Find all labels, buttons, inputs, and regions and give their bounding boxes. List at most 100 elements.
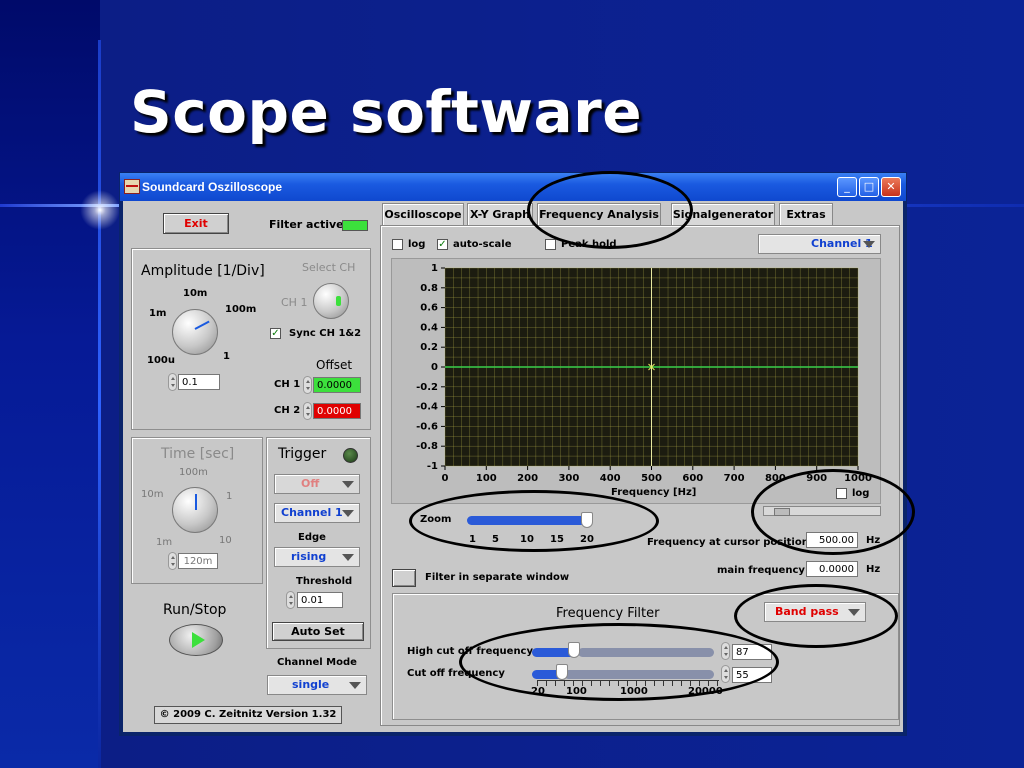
time-tick-10m: 10m (141, 489, 164, 500)
minimize-button[interactable]: _ (837, 177, 857, 197)
x-tick-label: 300 (558, 473, 579, 484)
app-icon (124, 179, 140, 194)
auto-set-button[interactable]: Auto Set (272, 622, 364, 641)
maximize-button[interactable]: □ (859, 177, 879, 197)
auto-scale-checkbox[interactable]: ✓ (437, 239, 448, 250)
separate-window-label: Filter in separate window (425, 572, 570, 583)
spectrum-channel-dropdown[interactable]: Channel 1 (758, 234, 881, 254)
ch1-offset-label: CH 1 (274, 379, 301, 390)
auto-scale-label: auto-scale (453, 239, 512, 250)
chevron-down-icon (342, 554, 354, 561)
y-tick-label: 1 (431, 263, 438, 274)
threshold-spinner[interactable] (286, 591, 295, 609)
sync-label: Sync CH 1&2 (289, 328, 362, 339)
spectrum-chart[interactable]: 1 0.8 0.6 0.4 0.2 0 -0.2 -0.4 -0.6 -0.8 -1 0 100 200 3… (391, 258, 881, 504)
time-tick-100m: 100m (179, 467, 208, 478)
x-tick-label: 0 (442, 473, 449, 484)
tab-oscilloscope[interactable]: Oscilloscope (382, 203, 464, 225)
x-tick-label: 500 (641, 473, 662, 484)
decor-vertical-line (98, 40, 101, 768)
trigger-title: Trigger (278, 446, 327, 462)
ch1-offset-field[interactable]: 0.0000 (313, 377, 361, 393)
window-client: Exit Filter active Amplitude [1/Div] Sel… (123, 171, 915, 732)
trigger-led (343, 448, 358, 463)
offset-label: Offset (316, 358, 353, 372)
chevron-down-icon (342, 481, 354, 488)
amp-tick-100u: 100u (147, 355, 175, 366)
amplitude-knob[interactable] (172, 309, 218, 355)
trigger-mode-value: Off (301, 477, 320, 490)
threshold-label: Threshold (296, 576, 353, 587)
log-checkbox[interactable] (392, 239, 403, 250)
play-icon (192, 632, 205, 648)
main-freq-label: main frequency (717, 565, 805, 576)
run-stop-button[interactable] (169, 624, 223, 656)
trigger-channel-value: Channel 1 (281, 506, 343, 519)
x-tick-label: 400 (600, 473, 621, 484)
time-knob[interactable] (172, 487, 218, 533)
window-titlebar[interactable]: Soundcard Oszilloscope _ □ ✕ (120, 173, 906, 201)
highlight-ellipse-zoom (409, 490, 659, 552)
x-tick-label: 100 (476, 473, 497, 484)
trigger-panel (266, 437, 371, 649)
time-tick-10: 10 (219, 535, 232, 546)
window-title: Soundcard Oszilloscope (142, 180, 283, 194)
time-value-field[interactable]: 120m (178, 553, 218, 569)
log-label: log (408, 239, 426, 250)
amplitude-spinner[interactable] (168, 373, 177, 391)
y-tick-label: -0.8 (416, 441, 438, 452)
time-tick-1m: 1m (156, 537, 173, 548)
trigger-mode-dropdown[interactable]: Off (274, 474, 360, 494)
y-tick-label: -1 (427, 461, 438, 472)
tab-extras[interactable]: Extras (779, 203, 833, 225)
app-window: Soundcard Oszilloscope _ □ ✕ Exit Filter… (119, 171, 915, 736)
filter-title: Frequency Filter (556, 606, 660, 621)
y-tick-label: -0.2 (416, 382, 438, 393)
ch1-offset-spinner[interactable] (303, 376, 312, 394)
decor-sparkle (80, 190, 120, 230)
separate-window-button[interactable] (392, 569, 416, 587)
peak-hold-checkbox[interactable] (545, 239, 556, 250)
exit-button[interactable]: Exit (163, 213, 229, 234)
y-tick-label: 0.6 (420, 303, 438, 314)
channel-mode-dropdown[interactable]: single (267, 675, 367, 695)
chevron-down-icon (863, 241, 875, 248)
trigger-channel-dropdown[interactable]: Channel 1 (274, 503, 360, 523)
y-tick-label: 0.4 (420, 322, 438, 333)
main-freq-field: 0.0000 (806, 561, 858, 577)
copyright-label: © 2009 C. Zeitnitz Version 1.32 (154, 706, 342, 724)
amp-tick-100m: 100m (225, 304, 257, 315)
x-tick-label: 700 (724, 473, 745, 484)
highlight-ellipse-tab (527, 171, 693, 249)
channel-mode-label: Channel Mode (277, 657, 357, 668)
chevron-down-icon (342, 510, 354, 517)
time-title: Time [sec] (161, 446, 235, 462)
chart-xlabel: Frequency [Hz] (611, 487, 697, 498)
tab-xy-graph[interactable]: X-Y Graph (467, 203, 533, 225)
edge-label: Edge (298, 532, 326, 543)
highlight-ellipse-sliders (459, 623, 779, 701)
ch2-offset-field[interactable]: 0.0000 (313, 403, 361, 419)
ch2-offset-spinner[interactable] (303, 402, 312, 420)
amp-tick-1m: 1m (149, 308, 167, 319)
close-button[interactable]: ✕ (881, 177, 901, 197)
ch2-offset-label: CH 2 (274, 405, 301, 416)
channel-select-switch[interactable] (313, 283, 349, 319)
x-tick-label: 600 (682, 473, 703, 484)
y-tick-label: 0.8 (420, 283, 438, 294)
main-freq-unit: Hz (866, 564, 881, 575)
amp-tick-1: 1 (223, 351, 230, 362)
threshold-field[interactable]: 0.01 (297, 592, 343, 608)
slide-title: Scope software (130, 78, 643, 146)
edge-dropdown[interactable]: rising (274, 547, 360, 567)
ch1-switch-label: CH 1 (281, 296, 308, 309)
sync-checkbox[interactable]: ✓ (270, 328, 281, 339)
amplitude-title: Amplitude [1/Div] (141, 263, 265, 279)
y-tick-label: 0 (431, 362, 438, 373)
channel-mode-value: single (292, 678, 330, 691)
run-stop-label: Run/Stop (163, 602, 227, 618)
y-tick-label: 0.2 (420, 342, 438, 353)
time-spinner[interactable] (168, 552, 177, 570)
amplitude-value-field[interactable]: 0.1 (178, 374, 220, 390)
x-tick-label: 200 (517, 473, 538, 484)
